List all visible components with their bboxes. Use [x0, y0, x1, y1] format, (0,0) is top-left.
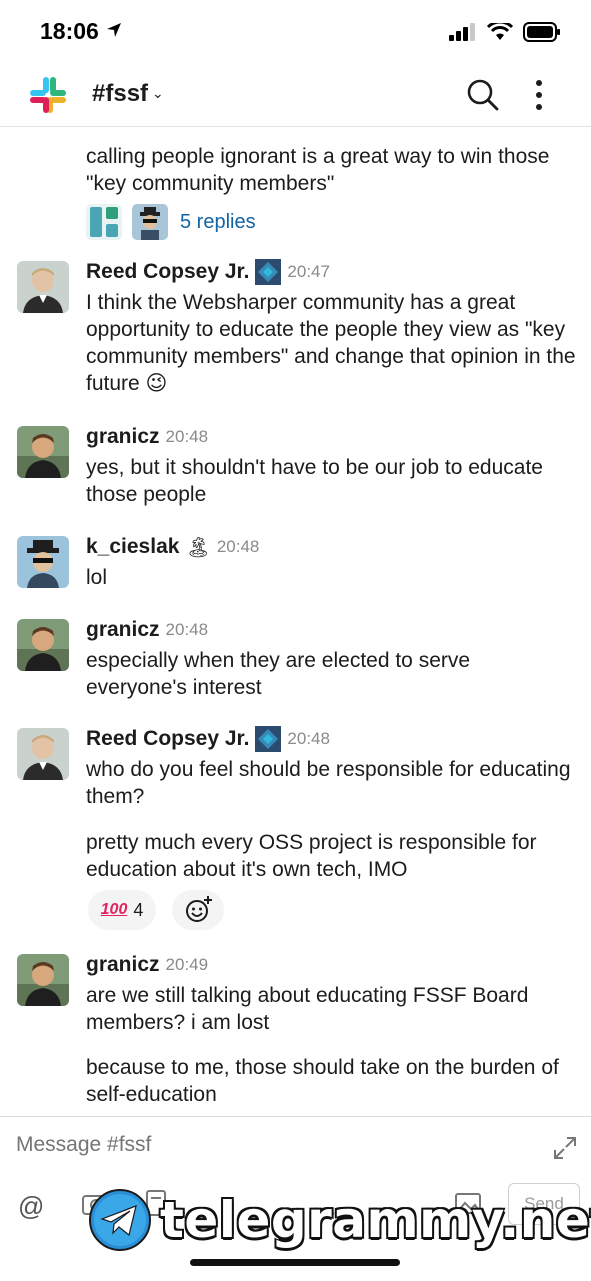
- home-indicator: [190, 1259, 400, 1266]
- message-header: granicz 20:49: [86, 951, 208, 979]
- at-icon[interactable]: @: [18, 1191, 44, 1222]
- replies-link[interactable]: 5 replies: [180, 211, 256, 234]
- message-text: especially when they are elected to serv…: [86, 649, 471, 699]
- reply-avatar: [86, 204, 122, 240]
- author-name[interactable]: Reed Copsey Jr.: [86, 727, 249, 751]
- watermark-text: telegrammy.net: [160, 1191, 591, 1249]
- fsharp-badge-icon: [255, 259, 282, 285]
- expand-icon[interactable]: [552, 1135, 578, 1161]
- signal-icon: [449, 23, 475, 41]
- author-name[interactable]: granicz: [86, 953, 160, 977]
- message-time: 20:47: [287, 262, 330, 281]
- avatar[interactable]: [17, 954, 69, 1006]
- message-time: 20:49: [165, 955, 209, 974]
- message-text: are we still talking about educating FSS…: [86, 984, 529, 1034]
- message-text: because to me, those should take on the …: [86, 1056, 559, 1106]
- search-icon[interactable]: [466, 78, 500, 112]
- avatar[interactable]: [17, 536, 69, 588]
- more-icon[interactable]: [528, 78, 550, 112]
- reply-avatar: [132, 204, 168, 240]
- avatar[interactable]: [17, 261, 69, 313]
- avatar[interactable]: [17, 619, 69, 671]
- message-text: lol: [86, 566, 108, 589]
- message-text: I think the Websharper community has a g…: [86, 291, 576, 395]
- message-text: pretty much every OSS project is respons…: [86, 831, 537, 881]
- message-input[interactable]: [16, 1133, 436, 1157]
- channel-name: #fssf: [92, 80, 149, 107]
- channel-header: #fssf ⌄: [0, 64, 591, 127]
- avatar[interactable]: [17, 728, 69, 780]
- message-time: 20:48: [287, 729, 330, 748]
- reaction-hundred[interactable]: 100 4: [88, 890, 156, 930]
- watermark: telegrammy.net: [88, 1188, 591, 1252]
- message-text: who do you feel should be responsible fo…: [86, 758, 571, 808]
- channel-title[interactable]: #fssf ⌄: [92, 80, 164, 108]
- message-time: 20:48: [216, 537, 260, 556]
- hundred-points-icon: 100: [100, 901, 128, 918]
- wifi-icon: [487, 23, 513, 40]
- message-time: 20:48: [165, 620, 209, 639]
- telegram-icon: [89, 1189, 151, 1251]
- navigation-arrow-icon: [107, 23, 121, 37]
- add-reaction-icon: [186, 896, 212, 922]
- message-list[interactable]: calling people ignorant is a great way t…: [0, 127, 591, 1117]
- author-name[interactable]: granicz: [86, 425, 160, 449]
- message-header: Reed Copsey Jr. 20:48: [86, 725, 330, 753]
- battery-icon: [523, 22, 560, 42]
- add-reaction-button[interactable]: [172, 890, 224, 930]
- message-header: granicz 20:48: [86, 616, 208, 644]
- status-emoji: 🏝: [185, 536, 211, 559]
- reaction-count: 4: [133, 899, 144, 920]
- message-header: k_cieslak 🏝 20:48: [86, 533, 259, 561]
- status-bar: 18:06: [0, 0, 591, 64]
- message-header: Reed Copsey Jr. 20:47: [86, 258, 330, 286]
- thread-replies[interactable]: 5 replies: [86, 203, 256, 241]
- avatar[interactable]: [17, 426, 69, 478]
- author-name[interactable]: Reed Copsey Jr.: [86, 260, 249, 284]
- fsharp-badge-icon: [255, 726, 282, 752]
- chevron-down-icon: ⌄: [152, 85, 164, 101]
- slack-logo[interactable]: [28, 75, 68, 115]
- message-time: 20:48: [165, 427, 209, 446]
- message-text: calling people ignorant is a great way t…: [86, 145, 550, 195]
- message-text: yes, but it shouldn't have to be our job…: [86, 456, 543, 506]
- author-name[interactable]: granicz: [86, 618, 160, 642]
- status-icons: [449, 22, 561, 42]
- status-time: 18:06: [40, 18, 99, 44]
- author-name[interactable]: k_cieslak: [86, 535, 179, 559]
- message-header: granicz 20:48: [86, 423, 208, 451]
